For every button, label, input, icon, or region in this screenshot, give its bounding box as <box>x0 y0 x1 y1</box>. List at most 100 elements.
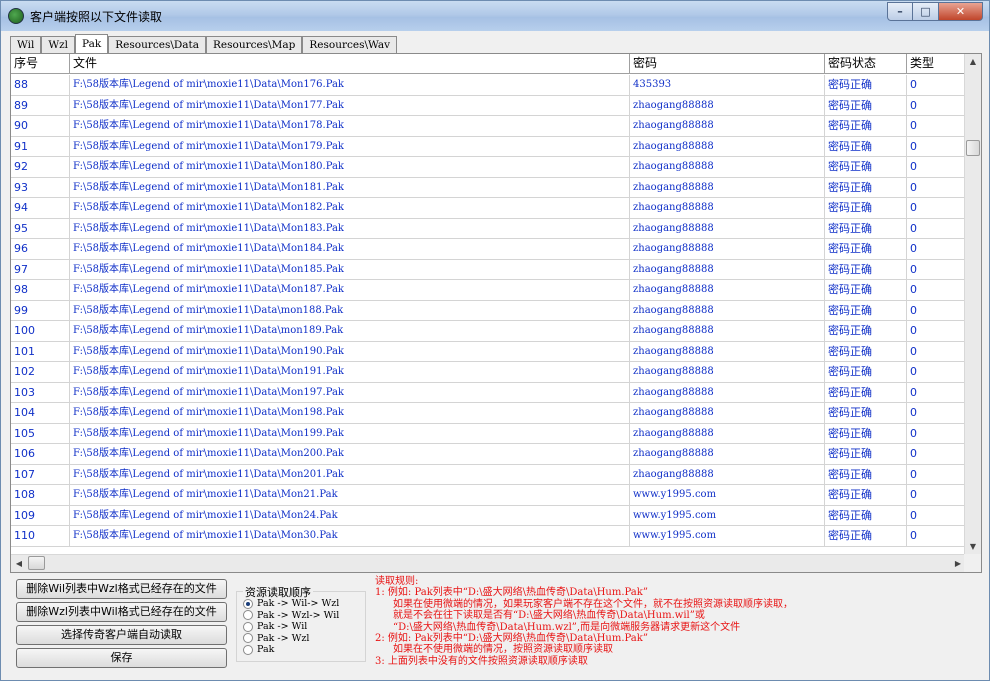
horizontal-scrollbar[interactable]: ◀ ▶ <box>11 554 966 572</box>
minimize-button[interactable]: – <box>887 2 913 21</box>
maximize-button[interactable]: □ <box>913 2 939 21</box>
cell-type: 0 <box>907 300 966 321</box>
select-client-button[interactable]: 选择传奇客户端自动读取 <box>16 625 227 645</box>
table-row[interactable]: 102 F:\58版本库\Legend of mir\moxie11\Data\M… <box>11 362 966 383</box>
header-password[interactable]: 密码 <box>630 54 825 74</box>
table-row[interactable]: 100 F:\58版本库\Legend of mir\moxie11\Data\m… <box>11 321 966 342</box>
cell-file: F:\58版本库\Legend of mir\moxie11\Data\Mon2… <box>70 444 630 464</box>
cell-status: 密码正确 <box>825 116 907 136</box>
cell-password: zhaogang88888 <box>630 382 825 403</box>
cell-password: zhaogang88888 <box>630 218 825 239</box>
table-row[interactable]: 95 F:\58版本库\Legend of mir\moxie11\Data\Mo… <box>11 218 966 239</box>
table-row[interactable]: 91 F:\58版本库\Legend of mir\moxie11\Data\Mo… <box>11 136 966 157</box>
table-row[interactable]: 105 F:\58版本库\Legend of mir\moxie11\Data\M… <box>11 423 966 444</box>
tab-resources-wav[interactable]: Resources\Wav <box>302 36 398 53</box>
cell-type: 0 <box>907 136 966 157</box>
scroll-down-icon[interactable]: ▼ <box>965 539 981 555</box>
window-controls: – □ ✕ <box>887 2 983 21</box>
scroll-up-icon[interactable]: ▲ <box>965 54 981 70</box>
scroll-left-icon[interactable]: ◀ <box>11 555 27 572</box>
delete-wil-dup-button[interactable]: 删除Wil列表中Wzl格式已经存在的文件 <box>16 579 227 599</box>
table-row[interactable]: 88 F:\58版本库\Legend of mir\moxie11\Data\Mo… <box>11 75 966 96</box>
rule-line: 1: 例如: Pak列表中“D:\盛大网络\热血传奇\Data\Hum.Pak” <box>375 587 648 599</box>
radio-icon[interactable] <box>243 598 253 609</box>
tab-pak[interactable]: Pak <box>75 34 109 54</box>
rule-line: 如果在不使用微端的情况，按照资源读取顺序读取 <box>393 644 613 656</box>
cell-password: www.y1995.com <box>630 485 825 505</box>
cell-type: 0 <box>907 218 966 239</box>
cell-password: zhaogang88888 <box>630 403 825 423</box>
header-type[interactable]: 类型 <box>907 54 966 74</box>
save-button[interactable]: 保存 <box>16 648 227 668</box>
read-order-option[interactable]: Pak -> Wil-> Wzl <box>243 598 339 609</box>
file-grid[interactable]: 序号 文件 密码 密码状态 类型 88 F:\58版本库\Legend of mi… <box>10 53 982 573</box>
vertical-scrollbar[interactable]: ▲ ▼ <box>964 54 981 555</box>
cell-status: 密码正确 <box>825 259 907 280</box>
cell-type: 0 <box>907 157 966 177</box>
cell-file: F:\58版本库\Legend of mir\moxie11\Data\mon1… <box>70 300 630 321</box>
tab-wil[interactable]: Wil <box>10 36 42 53</box>
cell-status: 密码正确 <box>825 321 907 341</box>
cell-password: zhaogang88888 <box>630 157 825 177</box>
vertical-scroll-thumb[interactable] <box>966 140 980 156</box>
cell-no: 107 <box>11 464 70 485</box>
table-row[interactable]: 109 F:\58版本库\Legend of mir\moxie11\Data\M… <box>11 505 966 526</box>
header-file[interactable]: 文件 <box>70 54 630 74</box>
rule-line: 就是不会在往下读取是否有“D:\盛大网络\热血传奇\Data\Hum.wil”或 <box>393 610 705 622</box>
title-bar[interactable]: 客户端按照以下文件读取 – □ ✕ <box>1 1 989 31</box>
tab-resources-data[interactable]: Resources\Data <box>108 36 207 53</box>
radio-icon[interactable] <box>243 644 253 655</box>
cell-status: 密码正确 <box>825 300 907 321</box>
cell-status: 密码正确 <box>825 526 907 546</box>
cell-password: zhaogang88888 <box>630 444 825 464</box>
table-row[interactable]: 96 F:\58版本库\Legend of mir\moxie11\Data\Mo… <box>11 239 966 260</box>
tab-wzl[interactable]: Wzl <box>41 36 76 53</box>
cell-password: zhaogang88888 <box>630 239 825 259</box>
table-row[interactable]: 103 F:\58版本库\Legend of mir\moxie11\Data\M… <box>11 382 966 403</box>
radio-icon[interactable] <box>243 610 253 620</box>
read-order-option[interactable]: Pak -> Wzl-> Wil <box>243 610 339 621</box>
cell-status: 密码正确 <box>825 157 907 177</box>
radio-icon[interactable] <box>243 633 253 643</box>
cell-type: 0 <box>907 362 966 382</box>
read-order-option[interactable]: Pak -> Wil <box>243 621 307 632</box>
read-order-option[interactable]: Pak -> Wzl <box>243 633 309 644</box>
table-row[interactable]: 104 F:\58版本库\Legend of mir\moxie11\Data\M… <box>11 403 966 424</box>
table-row[interactable]: 99 F:\58版本库\Legend of mir\moxie11\Data\mo… <box>11 300 966 321</box>
cell-status: 密码正确 <box>825 403 907 423</box>
delete-wzl-dup-button[interactable]: 删除Wzl列表中Wil格式已经存在的文件 <box>16 602 227 622</box>
header-no[interactable]: 序号 <box>11 54 70 74</box>
cell-no: 104 <box>11 403 70 423</box>
cell-file: F:\58版本库\Legend of mir\moxie11\Data\Mon1… <box>70 157 630 177</box>
table-row[interactable]: 98 F:\58版本库\Legend of mir\moxie11\Data\Mo… <box>11 280 966 301</box>
cell-status: 密码正确 <box>825 485 907 505</box>
cell-no: 97 <box>11 259 70 280</box>
horizontal-scroll-thumb[interactable] <box>28 556 45 570</box>
table-row[interactable]: 101 F:\58版本库\Legend of mir\moxie11\Data\M… <box>11 341 966 362</box>
cell-file: F:\58版本库\Legend of mir\moxie11\Data\Mon1… <box>70 218 630 239</box>
cell-type: 0 <box>907 526 966 546</box>
cell-file: F:\58版本库\Legend of mir\moxie11\Data\Mon2… <box>70 464 630 485</box>
table-row[interactable]: 106 F:\58版本库\Legend of mir\moxie11\Data\M… <box>11 444 966 465</box>
close-button[interactable]: ✕ <box>939 2 983 21</box>
cell-type: 0 <box>907 280 966 300</box>
table-row[interactable]: 90 F:\58版本库\Legend of mir\moxie11\Data\Mo… <box>11 116 966 137</box>
cell-password: www.y1995.com <box>630 505 825 526</box>
table-row[interactable]: 93 F:\58版本库\Legend of mir\moxie11\Data\Mo… <box>11 177 966 198</box>
table-row[interactable]: 110 F:\58版本库\Legend of mir\moxie11\Data\M… <box>11 526 966 547</box>
table-row[interactable]: 94 F:\58版本库\Legend of mir\moxie11\Data\Mo… <box>11 198 966 219</box>
table-row[interactable]: 92 F:\58版本库\Legend of mir\moxie11\Data\Mo… <box>11 157 966 178</box>
table-row[interactable]: 107 F:\58版本库\Legend of mir\moxie11\Data\M… <box>11 464 966 485</box>
table-row[interactable]: 89 F:\58版本库\Legend of mir\moxie11\Data\Mo… <box>11 95 966 116</box>
radio-icon[interactable] <box>243 621 253 632</box>
cell-type: 0 <box>907 177 966 198</box>
cell-password: zhaogang88888 <box>630 280 825 300</box>
read-rules: 读取规则: 1: 例如: Pak列表中“D:\盛大网络\热血传奇\Data\Hu… <box>375 576 975 667</box>
tab-resources-map[interactable]: Resources\Map <box>206 36 303 53</box>
app-logo-icon <box>8 8 24 24</box>
cell-status: 密码正确 <box>825 464 907 485</box>
table-row[interactable]: 108 F:\58版本库\Legend of mir\moxie11\Data\M… <box>11 485 966 506</box>
read-order-option[interactable]: Pak <box>243 644 274 655</box>
table-row[interactable]: 97 F:\58版本库\Legend of mir\moxie11\Data\Mo… <box>11 259 966 280</box>
header-status[interactable]: 密码状态 <box>825 54 907 74</box>
